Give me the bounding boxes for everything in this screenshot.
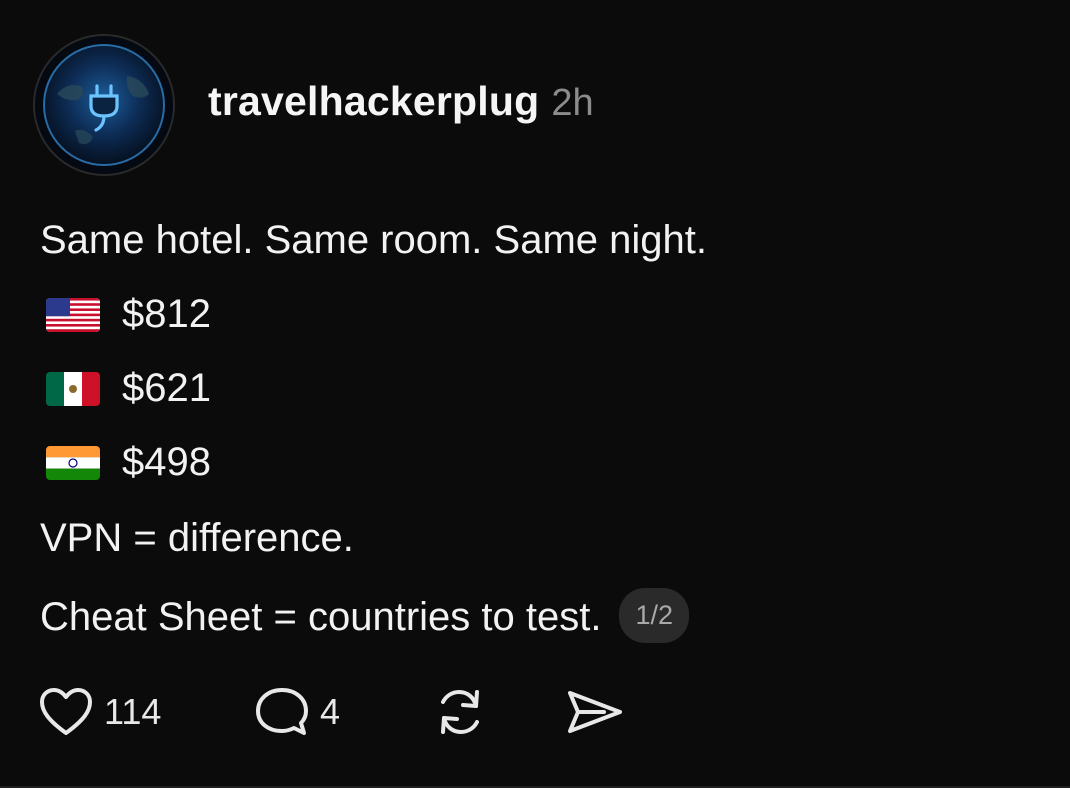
price-value: $498 xyxy=(122,440,211,484)
repost-button[interactable] xyxy=(430,684,490,740)
post-header: travelhackerplug 2h xyxy=(208,78,594,134)
mexico-flag-icon xyxy=(46,371,100,406)
india-flag-icon xyxy=(46,445,100,480)
media-pager-badge[interactable]: 1/2 xyxy=(619,588,689,643)
share-button[interactable] xyxy=(564,684,626,740)
price-row: $812 xyxy=(46,292,211,337)
price-value: $812 xyxy=(122,292,211,336)
post-text-line: Cheat Sheet = countries to test. xyxy=(40,595,602,640)
price-value: $621 xyxy=(122,366,211,410)
username[interactable]: travelhackerplug xyxy=(208,78,539,125)
avatar[interactable] xyxy=(33,34,175,176)
globe-plug-icon xyxy=(35,36,173,174)
comment-count: 4 xyxy=(320,691,341,732)
like-count: 114 xyxy=(104,691,162,732)
comment-icon xyxy=(256,688,308,735)
timestamp: 2h xyxy=(551,82,594,124)
us-flag-icon xyxy=(46,297,100,332)
post-text-line: VPN = difference. xyxy=(40,516,354,560)
post-text-line-with-pager: Cheat Sheet = countries to test. 1/2 xyxy=(40,588,689,647)
repost-icon xyxy=(441,690,479,734)
price-row: $498 xyxy=(46,440,211,485)
comment-button[interactable]: 4 xyxy=(254,684,340,740)
like-button[interactable]: 114 xyxy=(38,684,161,740)
heart-icon xyxy=(40,688,92,735)
post-text-line: Same hotel. Same room. Same night. xyxy=(40,218,707,262)
price-row: $621 xyxy=(46,366,211,411)
send-icon xyxy=(568,691,622,733)
